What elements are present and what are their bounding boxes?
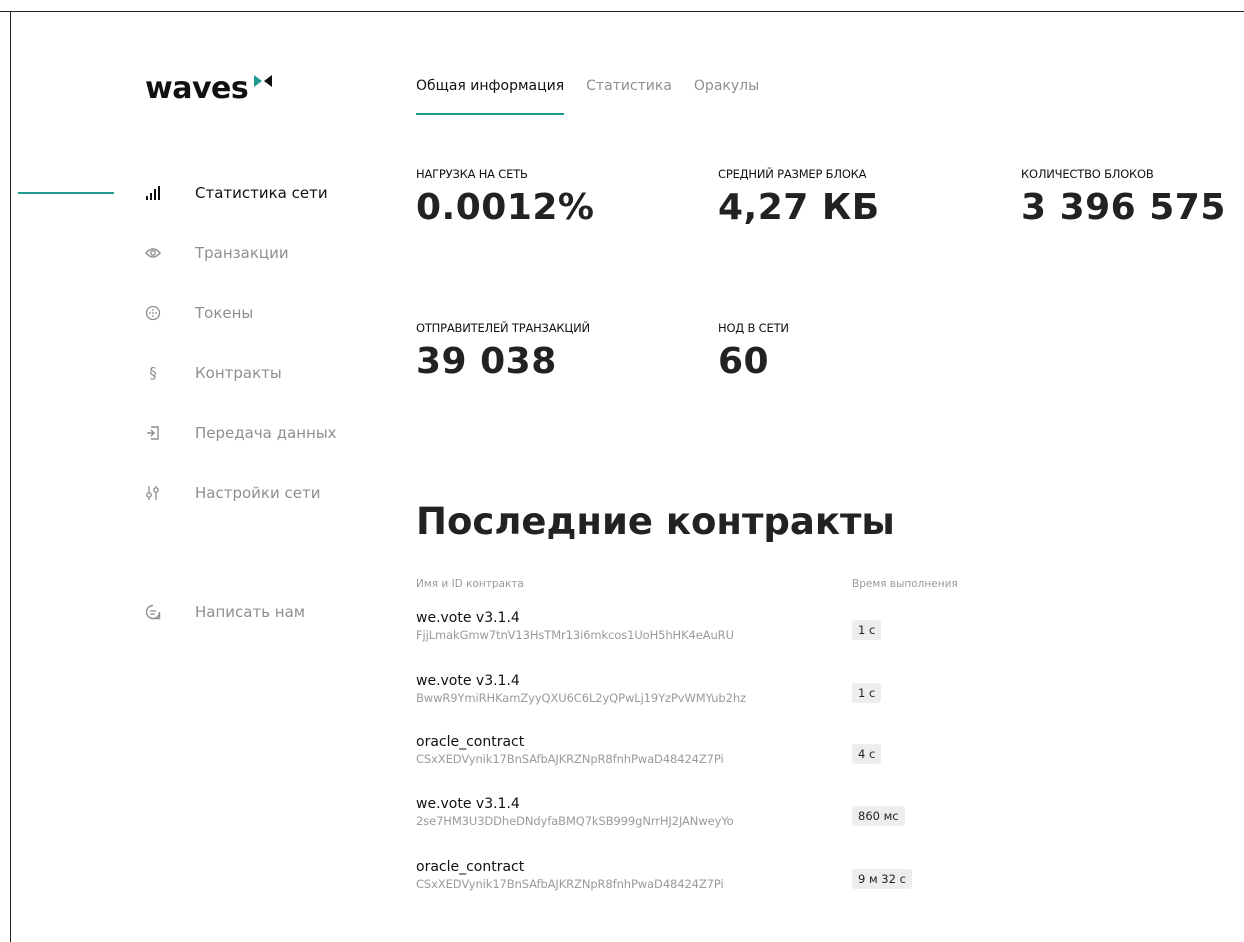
tab-oracles[interactable]: Оракулы xyxy=(694,78,759,115)
top-tabs: Общая информация Статистика Оракулы xyxy=(416,78,781,115)
stat-avg-block-size: СРЕДНИЙ РАЗМЕР БЛОКА 4,27 КБ xyxy=(718,167,880,228)
stat-label: НОД В СЕТИ xyxy=(718,321,789,335)
logo-mark-icon xyxy=(254,75,273,87)
sidebar-item-data-transfer[interactable]: Передача данных xyxy=(145,424,337,442)
contract-name[interactable]: we.vote v3.1.4 xyxy=(416,610,976,626)
sidebar-item-network-settings[interactable]: Настройки сети xyxy=(145,484,320,502)
execution-time-badge: 4 с xyxy=(852,744,882,764)
sidebar-item-label: Контракты xyxy=(195,364,282,382)
stat-value: 60 xyxy=(718,341,770,382)
section-title-latest-contracts: Последние контракты xyxy=(416,500,895,543)
token-icon xyxy=(145,304,161,322)
contract-row[interactable]: we.vote v3.1.4 FjjLmakGmw7tnV13HsTMr13i6… xyxy=(416,610,976,660)
sidebar-item-label: Токены xyxy=(195,304,254,322)
contract-row[interactable]: oracle_contract CSxXEDVynik17BnSAfbAJKRZ… xyxy=(416,734,976,784)
eye-icon xyxy=(145,244,161,262)
contract-row[interactable]: we.vote v3.1.4 BwwR9YmiRHKamZyyQXU6C6L2y… xyxy=(416,673,976,723)
sidebar-item-network-stats[interactable]: Статистика сети xyxy=(145,184,328,202)
stat-value: 3 396 575 xyxy=(1021,187,1226,228)
column-header-name: Имя и ID контракта xyxy=(416,578,524,590)
contract-id[interactable]: CSxXEDVynik17BnSAfbAJKRZNpR8fnhPwaD48424… xyxy=(416,752,976,766)
stat-label: СРЕДНИЙ РАЗМЕР БЛОКА xyxy=(718,167,867,181)
sidebar-item-transactions[interactable]: Транзакции xyxy=(145,244,289,262)
sidebar-item-tokens[interactable]: Токены xyxy=(145,304,253,322)
stat-label: НАГРУЗКА НА СЕТЬ xyxy=(416,167,528,181)
window-border-top xyxy=(0,11,1244,12)
stat-tx-senders: ОТПРАВИТЕЛЕЙ ТРАНЗАКЦИЙ 39 038 xyxy=(416,321,590,382)
sidebar-item-contact-us[interactable]: Написать нам xyxy=(145,603,305,621)
execution-time-badge: 1 с xyxy=(852,620,882,640)
data-transfer-icon xyxy=(145,424,161,442)
sliders-icon xyxy=(145,484,161,502)
execution-time-badge: 9 м 32 с xyxy=(852,869,912,889)
column-header-time: Время выполнения xyxy=(852,578,958,590)
waves-logo[interactable]: waves xyxy=(145,74,273,104)
sidebar-item-label: Статистика сети xyxy=(195,184,328,202)
execution-time-badge: 860 мс xyxy=(852,806,905,826)
contract-name[interactable]: we.vote v3.1.4 xyxy=(416,673,976,689)
stat-network-load: НАГРУЗКА НА СЕТЬ 0.0012% xyxy=(416,167,595,228)
sidebar-item-label: Транзакции xyxy=(195,244,289,262)
sidebar-item-contracts[interactable]: § Контракты xyxy=(145,364,282,382)
section-icon: § xyxy=(149,364,157,382)
stat-value: 4,27 КБ xyxy=(718,187,880,228)
contract-id[interactable]: FjjLmakGmw7tnV13HsTMr13i6mkcos1UoH5hHK4e… xyxy=(416,628,976,642)
tab-statistics[interactable]: Статистика xyxy=(586,78,672,115)
stat-label: КОЛИЧЕСТВО БЛОКОВ xyxy=(1021,167,1154,181)
stat-nodes-online: НОД В СЕТИ 60 xyxy=(718,321,789,382)
chat-icon xyxy=(145,603,161,621)
sidebar-item-label: Написать нам xyxy=(195,603,306,621)
window-border-left xyxy=(10,11,11,942)
sidebar-item-label: Передача данных xyxy=(195,424,337,442)
sidebar-active-indicator xyxy=(18,192,114,194)
stat-block-count: КОЛИЧЕСТВО БЛОКОВ 3 396 575 xyxy=(1021,167,1226,228)
sidebar-item-label: Настройки сети xyxy=(195,484,321,502)
stat-label: ОТПРАВИТЕЛЕЙ ТРАНЗАКЦИЙ xyxy=(416,321,590,335)
tab-general-info[interactable]: Общая информация xyxy=(416,78,565,115)
bar-chart-icon xyxy=(145,184,161,202)
contract-row[interactable]: oracle_contract CSxXEDVynik17BnSAfbAJKRZ… xyxy=(416,859,976,909)
contract-id[interactable]: BwwR9YmiRHKamZyyQXU6C6L2yQPwLj19YzPvWMYu… xyxy=(416,691,976,705)
stat-value: 39 038 xyxy=(416,341,557,382)
contract-row[interactable]: we.vote v3.1.4 2se7HM3U3DDheDNdyfaBMQ7kS… xyxy=(416,796,976,846)
stat-value: 0.0012% xyxy=(416,187,595,228)
execution-time-badge: 1 с xyxy=(852,683,882,703)
logo-text: waves xyxy=(145,71,249,106)
contract-name[interactable]: oracle_contract xyxy=(416,734,976,750)
